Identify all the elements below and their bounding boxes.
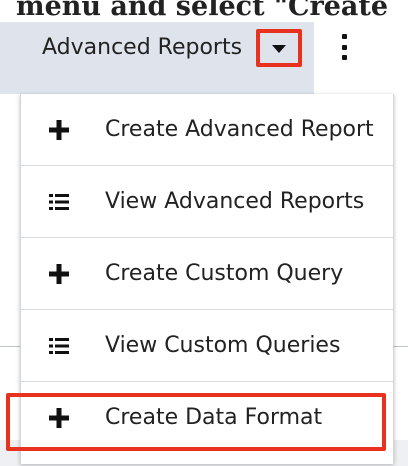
background-divider	[394, 346, 408, 347]
menu-item-label: Create Data Format	[105, 405, 323, 430]
plus-icon	[49, 408, 69, 428]
list-icon	[49, 193, 69, 210]
caret-down-icon	[272, 45, 286, 53]
menu-item-label: View Custom Queries	[105, 332, 341, 358]
menu-item-label: Create Custom Query	[105, 260, 344, 286]
menu-item-view-custom-queries[interactable]: View Custom Queries	[21, 310, 393, 382]
list-icon	[49, 337, 69, 354]
menu-item-create-custom-query[interactable]: Create Custom Query	[21, 238, 393, 310]
menu-item-label: Create Advanced Report	[105, 116, 374, 142]
more-actions-button[interactable]	[334, 34, 354, 60]
menu-item-label: View Advanced Reports	[105, 188, 365, 214]
plus-icon	[49, 263, 69, 284]
menu-item-view-advanced-reports[interactable]: View Advanced Reports	[21, 166, 393, 238]
module-dropdown-menu: Create Advanced Report View Advanced Rep…	[20, 94, 394, 464]
module-menu-toggle-button[interactable]	[256, 29, 302, 67]
menu-item-create-advanced-report[interactable]: Create Advanced Report	[21, 94, 393, 166]
menu-item-create-data-format[interactable]: Create Data Format	[21, 382, 393, 454]
kebab-vertical-icon	[341, 34, 347, 39]
module-header: Advanced Reports	[0, 22, 314, 94]
module-name-link[interactable]: Advanced Reports	[42, 33, 242, 63]
instruction-caption: menu and select "Create	[16, 0, 389, 22]
plus-icon	[49, 119, 69, 140]
